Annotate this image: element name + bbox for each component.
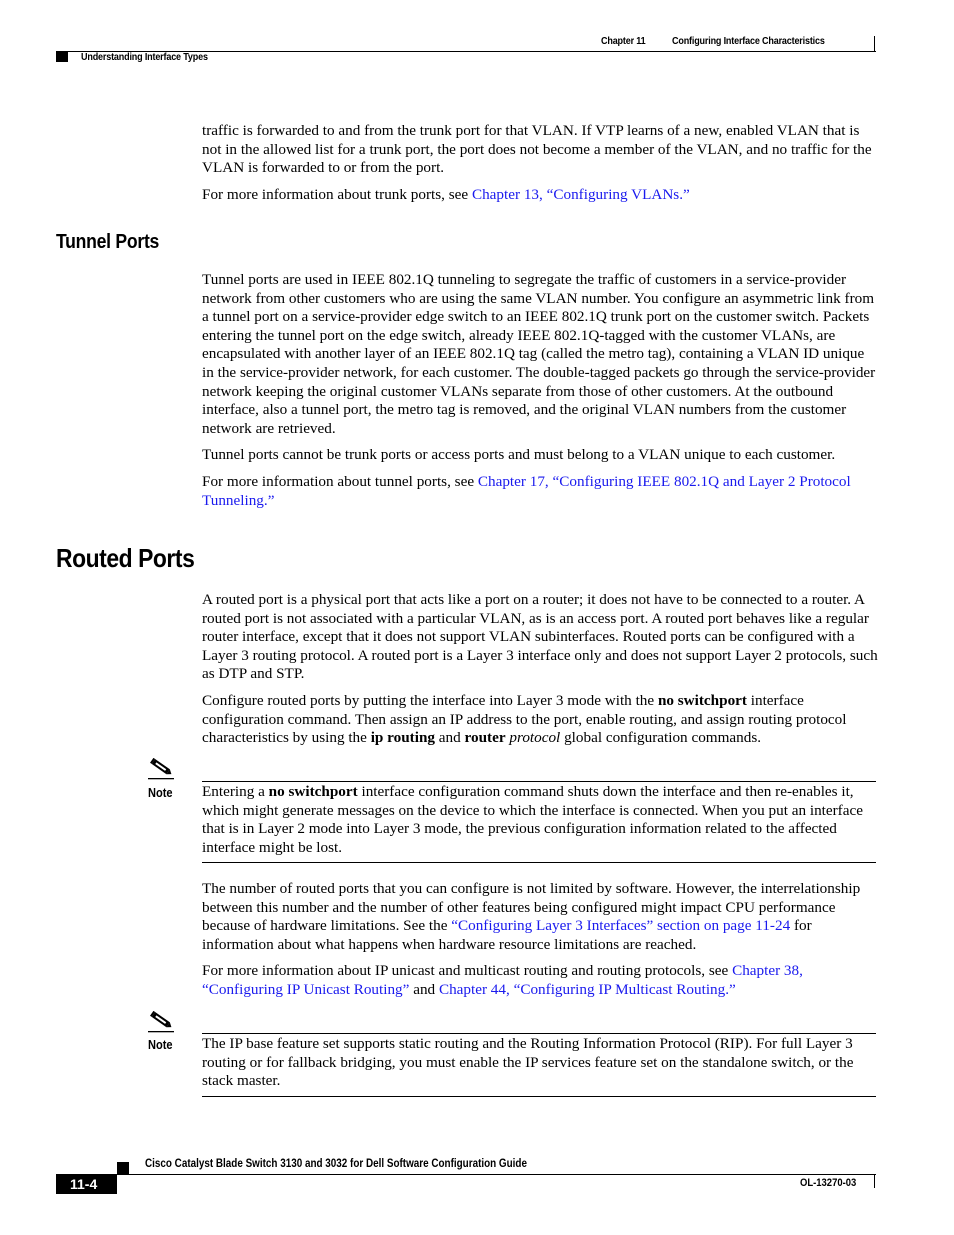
command-no-switchport: no switchport	[268, 783, 358, 800]
link-chapter-13[interactable]: Chapter 13, “Configuring VLANs.”	[472, 186, 690, 203]
tunnel-ports-section: Tunnel ports are used in IEEE 802.1Q tun…	[202, 271, 878, 510]
heading-routed-ports: Routed Ports	[56, 543, 195, 573]
link-chapter-44[interactable]: Chapter 44, “Configuring IP Multicast Ro…	[439, 981, 736, 998]
text: For more information about trunk ports, …	[202, 185, 472, 203]
footer-rule	[117, 1174, 876, 1175]
intro-link-paragraph: For more information about trunk ports, …	[202, 186, 878, 205]
command-router: router	[464, 729, 506, 747]
note-top-rule	[202, 1033, 876, 1034]
tunnel-paragraph-2: Tunnel ports cannot be trunk ports or ac…	[202, 446, 836, 464]
text: and	[409, 980, 439, 998]
heading-tunnel-ports: Tunnel Ports	[56, 231, 160, 253]
text: global configuration commands.	[560, 729, 762, 747]
routed-paragraph-4: For more information about IP unicast an…	[202, 962, 878, 999]
header-marker	[56, 52, 68, 62]
routed-paragraph-2: Configure routed ports by putting the in…	[202, 692, 878, 748]
note-top-rule	[202, 781, 876, 782]
header-divider	[874, 36, 875, 52]
text: Configure routed ports by putting the in…	[202, 691, 658, 709]
note-pencil-icon	[148, 758, 174, 780]
routed-ports-section: A routed port is a physical port that ac…	[202, 591, 878, 748]
command-no-switchport: no switchport	[657, 691, 747, 709]
text: For more information about tunnel ports,…	[202, 472, 478, 490]
note-2: The IP base feature set supports static …	[202, 1035, 878, 1091]
note-text: Entering a no switchport interface confi…	[202, 783, 878, 857]
tunnel-paragraph-3: For more information about tunnel ports,…	[202, 473, 878, 510]
header-chapter: Chapter 11	[601, 35, 646, 47]
link-configuring-layer3-interfaces[interactable]: “Configuring Layer 3 Interfaces” section…	[451, 917, 790, 934]
intro-section: traffic is forwarded to and from the tru…	[202, 122, 878, 204]
footer-divider	[874, 1174, 875, 1188]
tunnel-paragraph-1: Tunnel ports are used in IEEE 802.1Q tun…	[202, 271, 876, 437]
routed-paragraph-3: The number of routed ports that you can …	[202, 880, 878, 954]
header-section: Understanding Interface Types	[81, 51, 208, 63]
command-ip-routing: ip routing	[370, 729, 435, 747]
argument-protocol: protocol	[509, 729, 561, 747]
footer-guide-title: Cisco Catalyst Blade Switch 3130 and 303…	[145, 1158, 527, 1170]
footer-doc-number: OL-13270-03	[800, 1177, 857, 1189]
routed-paragraph-1: A routed port is a physical port that ac…	[202, 591, 878, 683]
header-chapter-title: Configuring Interface Characteristics	[672, 35, 825, 47]
note-1: Entering a no switchport interface confi…	[202, 783, 878, 857]
note-label: Note	[148, 1037, 173, 1052]
footer-marker	[117, 1162, 129, 1174]
footer-page-number: 11-4	[56, 1174, 117, 1194]
text: For more information about IP unicast an…	[202, 962, 733, 980]
note-label: Note	[148, 785, 173, 800]
note-bottom-rule	[202, 862, 876, 863]
note-bottom-rule	[202, 1096, 876, 1097]
text: and	[435, 729, 465, 747]
routed-ports-continued: The number of routed ports that you can …	[202, 880, 878, 1000]
text: Entering a	[202, 783, 269, 800]
intro-paragraph: traffic is forwarded to and from the tru…	[202, 122, 872, 177]
note-text: The IP base feature set supports static …	[202, 1035, 854, 1090]
note-pencil-icon	[148, 1011, 174, 1033]
